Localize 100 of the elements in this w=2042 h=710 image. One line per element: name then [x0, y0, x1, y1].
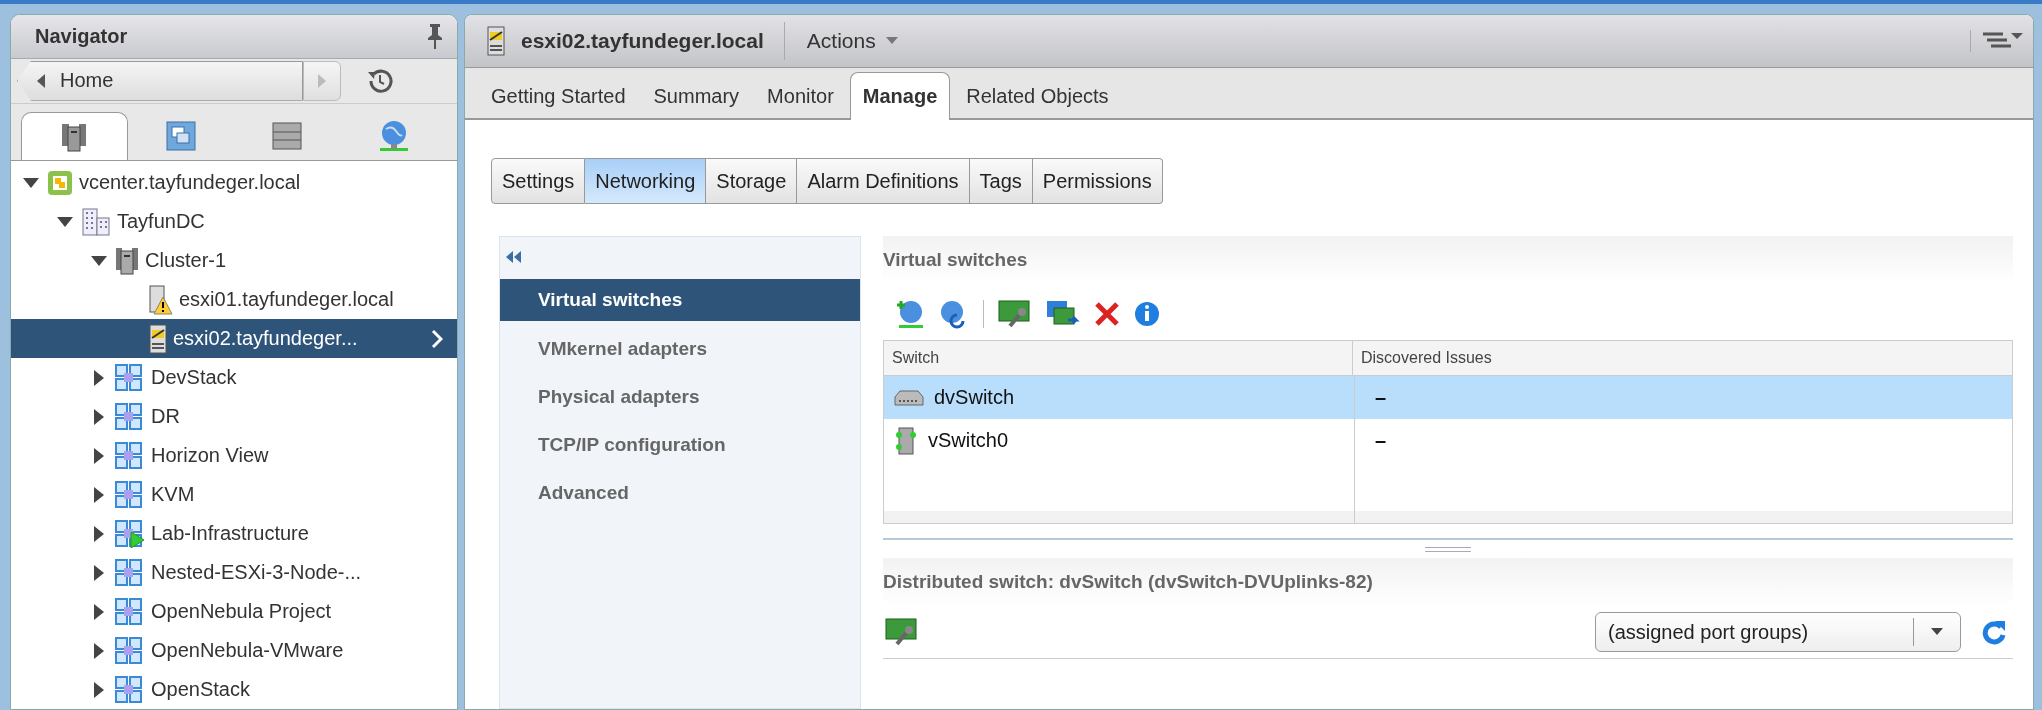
vapp-icon: [115, 441, 145, 470]
expand-icon[interactable]: [94, 486, 104, 503]
sub-tab[interactable]: Networking: [585, 158, 707, 204]
building-icon: [81, 207, 111, 236]
tab[interactable]: Monitor: [755, 74, 846, 118]
back-button[interactable]: Home: [17, 60, 303, 101]
tree-item[interactable]: OpenStack: [11, 670, 457, 709]
vcenter-icon: [47, 169, 73, 196]
collapse-icon[interactable]: [23, 177, 39, 188]
server-icon: [115, 246, 139, 275]
sub-tab[interactable]: Tags: [969, 158, 1033, 204]
tree-item[interactable]: OpenNebula Project: [11, 592, 457, 631]
tree-item[interactable]: Cluster-1: [11, 241, 457, 280]
tree-item[interactable]: TayfunDC: [11, 202, 457, 241]
expand-icon[interactable]: [94, 447, 104, 464]
switch-name: vSwitch0: [928, 429, 1009, 452]
server-icon: [61, 121, 88, 152]
menu-icon[interactable]: [1970, 30, 2023, 52]
switch-icon: [894, 388, 924, 407]
sub-tab[interactable]: Alarm Definitions: [797, 158, 970, 204]
expand-icon[interactable]: [94, 369, 104, 386]
info-icon[interactable]: [1134, 301, 1160, 327]
tree-item[interactable]: Horizon View: [11, 436, 457, 475]
tree-item[interactable]: esxi01.tayfundeger.local: [11, 280, 457, 319]
collapse-icon[interactable]: [506, 251, 522, 263]
host-icon: [149, 323, 167, 354]
vapp-icon: [115, 636, 145, 665]
tab[interactable]: Related Objects: [954, 74, 1121, 118]
tree-item[interactable]: DR: [11, 397, 457, 436]
section-title: Virtual switches: [883, 249, 1028, 271]
side-nav-item[interactable]: VMkernel adapters: [500, 325, 860, 373]
pin-icon[interactable]: [427, 23, 443, 50]
caret-icon: [885, 37, 898, 45]
vm-icon: [165, 121, 196, 151]
tree-label: esxi02.tayfundeger...: [173, 327, 358, 350]
tree-label: Horizon View: [151, 444, 269, 467]
expand-icon[interactable]: [94, 564, 104, 581]
tree-item[interactable]: OpenNebula-VMware: [11, 631, 457, 670]
sub-tab[interactable]: Permissions: [1032, 158, 1163, 204]
tree-label: DevStack: [151, 366, 237, 389]
object-title: esxi02.tayfundeger.local: [521, 22, 785, 60]
migrate-icon[interactable]: [1046, 300, 1080, 328]
tree-label: Cluster-1: [145, 249, 227, 272]
vapp-icon: [115, 675, 145, 704]
section-title: Distributed switch: dvSwitch (dvSwitch-DVUplinks-82): [883, 571, 1373, 593]
side-nav-item[interactable]: Advanced: [500, 469, 860, 517]
vapp-icon: [115, 558, 145, 587]
tree-item[interactable]: Lab-Infrastructure: [11, 514, 457, 553]
tree-item[interactable]: Nested-ESXi-3-Node-...: [11, 553, 457, 592]
tree-label: TayfunDC: [117, 210, 205, 233]
vapp-icon: [115, 597, 145, 626]
edit-settings-icon[interactable]: [998, 300, 1032, 328]
sub-tab[interactable]: Settings: [491, 158, 586, 204]
actions-menu[interactable]: Actions: [800, 28, 904, 54]
tree-label: Lab-Infrastructure: [151, 522, 309, 545]
tree-item[interactable]: DevStack: [11, 358, 457, 397]
add-network-icon[interactable]: [895, 299, 925, 329]
side-nav-item[interactable]: Physical adapters: [500, 373, 860, 421]
host-warning-icon: [149, 284, 173, 315]
edit-settings-icon[interactable]: [885, 618, 919, 646]
column-header[interactable]: Switch: [884, 341, 1353, 375]
tree-label: DR: [151, 405, 180, 428]
switch-name: dvSwitch: [934, 386, 1015, 409]
refresh-icon[interactable]: [1981, 619, 2007, 645]
expand-icon[interactable]: [94, 408, 104, 425]
back-icon: [36, 73, 46, 88]
column-header[interactable]: Discovered Issues: [1353, 341, 2012, 375]
side-nav-item[interactable]: Virtual switches: [500, 279, 860, 321]
expand-icon[interactable]: [94, 681, 104, 698]
database-icon: [272, 122, 303, 150]
tree-item[interactable]: esxi02.tayfundeger...: [11, 319, 457, 358]
tab[interactable]: Summary: [641, 74, 752, 118]
expand-icon[interactable]: [94, 603, 104, 620]
collapse-icon[interactable]: [91, 255, 107, 266]
chevron-icon[interactable]: [431, 328, 443, 349]
tree-label: OpenNebula Project: [151, 600, 332, 623]
caret-icon: [1931, 628, 1943, 636]
tree-item[interactable]: KVM: [11, 475, 457, 514]
switch-icon: [894, 426, 918, 455]
filter-dropdown[interactable]: (assigned port groups): [1595, 612, 1961, 652]
delete-icon[interactable]: [1094, 301, 1120, 327]
tab[interactable]: Manage: [849, 72, 951, 120]
globe-icon: [377, 120, 410, 152]
issues-cell: –: [1375, 386, 1387, 409]
panel-title: Navigator: [35, 24, 128, 48]
tree-label: OpenStack: [151, 678, 250, 701]
expand-icon[interactable]: [94, 642, 104, 659]
collapse-icon[interactable]: [57, 216, 73, 227]
side-nav-item[interactable]: TCP/IP configuration: [500, 421, 860, 469]
navigator-tab[interactable]: [21, 112, 128, 160]
vapp-icon: [115, 480, 145, 509]
table-row[interactable]: dvSwitch –: [884, 376, 2012, 419]
tree-label: KVM: [151, 483, 195, 506]
tab[interactable]: Getting Started: [479, 74, 638, 118]
expand-icon[interactable]: [94, 525, 104, 542]
issues-cell: –: [1375, 429, 1387, 452]
sub-tab[interactable]: Storage: [706, 158, 798, 204]
forward-icon: [317, 73, 327, 88]
tree-item[interactable]: vcenter.tayfundeger.local: [11, 163, 457, 202]
tree-label: vcenter.tayfundeger.local: [79, 171, 301, 194]
